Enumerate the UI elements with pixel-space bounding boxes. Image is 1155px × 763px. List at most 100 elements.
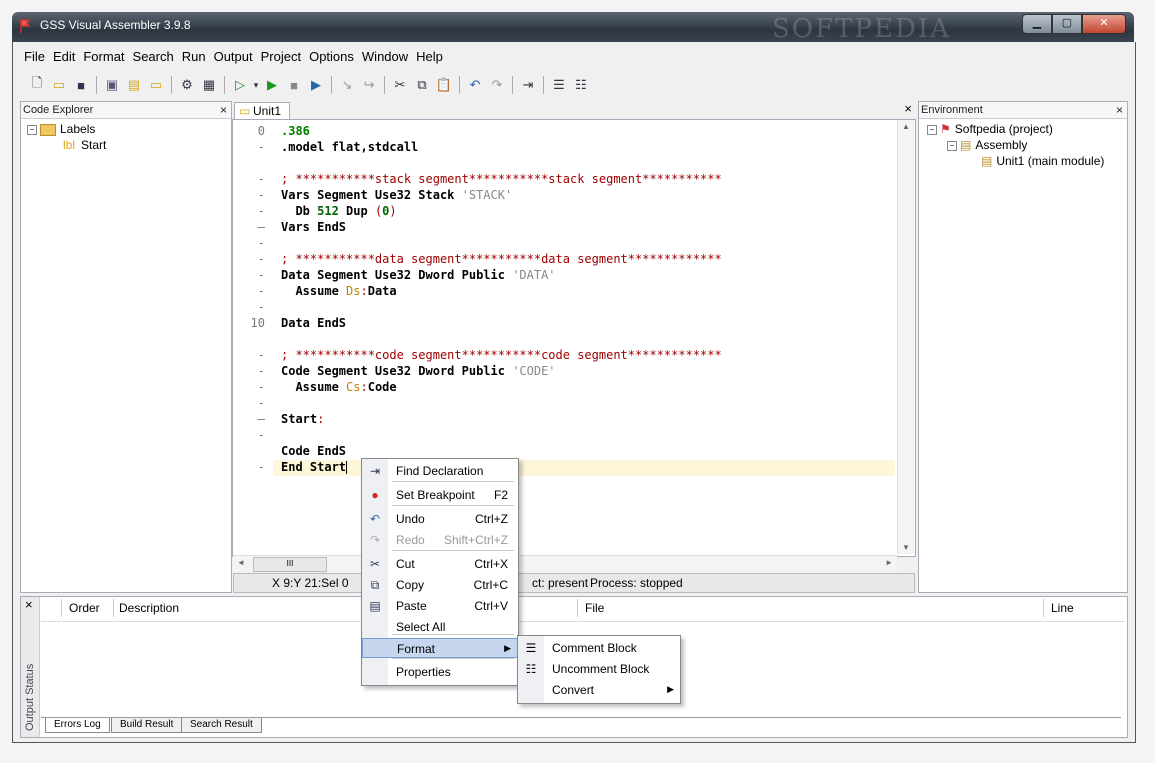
- code-line: .386: [281, 124, 310, 138]
- toolbar: 🗋 ▭ ■ ▣ ▤ ▭ ⚙ ▦ ▷ ▾ ▶ ■ ▶ ↘ ↪ ✂ ⧉ 📋 ↶ ↷ …: [26, 72, 696, 98]
- open-folder-icon[interactable]: ▭: [48, 74, 70, 96]
- scroll-down-icon[interactable]: ▼: [902, 543, 910, 552]
- collapse-icon[interactable]: −: [27, 124, 37, 135]
- maximize-button[interactable]: ▢: [1052, 14, 1082, 34]
- new-file-icon[interactable]: 🗋: [26, 74, 48, 96]
- step-out-icon[interactable]: ↪: [358, 74, 380, 96]
- menu-item-find-declaration[interactable]: ⇥ Find Declaration: [362, 461, 518, 481]
- build-all-icon[interactable]: ▦: [198, 74, 220, 96]
- code-line: Db 512 Dup (0): [281, 204, 397, 218]
- code-line: ; ***********stack segment***********sta…: [281, 172, 722, 186]
- code-explorer-close-button[interactable]: ×: [220, 102, 227, 118]
- window-title: GSS Visual Assembler 3.9.8: [40, 18, 191, 32]
- column-file[interactable]: File: [585, 601, 604, 615]
- collapse-icon[interactable]: −: [947, 140, 957, 151]
- menu-item-uncomment-block[interactable]: ☷ Uncomment Block: [518, 659, 680, 679]
- column-order[interactable]: Order: [69, 601, 100, 615]
- play-icon[interactable]: ▶: [261, 74, 283, 96]
- menu-item-copy[interactable]: ⧉ Copy Ctrl+C: [362, 575, 518, 595]
- comment-block-icon: ☰: [525, 641, 537, 655]
- find-declaration-icon: ⇥: [369, 464, 381, 478]
- menu-item-undo[interactable]: ↶ Undo Ctrl+Z: [362, 509, 518, 529]
- menu-options[interactable]: Options: [305, 46, 358, 68]
- submenu-arrow-icon: ▶: [504, 643, 511, 653]
- menu-item-cut[interactable]: ✂ Cut Ctrl+X: [362, 554, 518, 574]
- find-declaration-icon[interactable]: ⇥: [517, 74, 539, 96]
- tree-node-labels[interactable]: − Labels: [27, 122, 95, 136]
- column-line[interactable]: Line: [1051, 601, 1074, 615]
- menu-help[interactable]: Help: [412, 46, 447, 68]
- code-line: Data EndS: [281, 316, 347, 330]
- folder-icon[interactable]: ▭: [145, 74, 167, 96]
- line-number: 10: [250, 316, 265, 330]
- line-number: -: [257, 268, 265, 282]
- module-icon: ▤: [981, 154, 993, 168]
- run-dropdown-icon[interactable]: ▾: [251, 74, 261, 96]
- code-line: Code EndS: [281, 444, 347, 458]
- menu-file[interactable]: File: [20, 46, 49, 68]
- save-icon[interactable]: ■: [70, 74, 92, 96]
- menu-output[interactable]: Output: [210, 46, 257, 68]
- menu-item-paste[interactable]: ▤ Paste Ctrl+V: [362, 596, 518, 616]
- tree-node-module[interactable]: ▤ Unit1 (main module): [981, 154, 1104, 168]
- step-icon[interactable]: ▶: [305, 74, 327, 96]
- output-close-button[interactable]: ×: [25, 597, 33, 612]
- collapse-icon[interactable]: −: [927, 124, 937, 135]
- copy-icon[interactable]: ⧉: [411, 74, 433, 96]
- line-number: -: [257, 396, 265, 410]
- minimize-button[interactable]: ▁: [1022, 14, 1052, 34]
- tab-search-result[interactable]: Search Result: [181, 718, 262, 733]
- redo-icon[interactable]: ↷: [486, 74, 508, 96]
- tab-errors-log[interactable]: Errors Log: [45, 718, 110, 733]
- build-icon[interactable]: ⚙: [176, 74, 198, 96]
- line-number: –: [257, 412, 265, 426]
- line-number: –: [257, 220, 265, 234]
- editor-close-button[interactable]: ×: [904, 101, 912, 116]
- comment-block-icon[interactable]: ☰: [548, 74, 570, 96]
- vertical-scrollbar[interactable]: ▲ ▼: [897, 120, 914, 554]
- menu-item-properties[interactable]: Properties: [362, 662, 518, 682]
- close-button[interactable]: ✕: [1082, 14, 1126, 34]
- column-description[interactable]: Description: [119, 601, 179, 615]
- run-icon[interactable]: ▷: [229, 74, 251, 96]
- scroll-up-icon[interactable]: ▲: [902, 122, 910, 131]
- tree-node-start[interactable]: lbl Start: [63, 138, 106, 152]
- open-project-icon[interactable]: ▤: [123, 74, 145, 96]
- line-number: -: [257, 380, 265, 394]
- code-editor[interactable]: 0 - - - - – - - - - - 10 - - - - – - - .386 .model flat,std…: [232, 119, 916, 557]
- paste-icon[interactable]: 📋: [433, 74, 455, 96]
- menu-item-set-breakpoint[interactable]: ● Set Breakpoint F2: [362, 485, 518, 505]
- tab-unit1[interactable]: ▭ Unit1: [234, 102, 291, 120]
- hscroll-thumb[interactable]: III: [253, 557, 327, 572]
- app-flag-icon: [20, 19, 31, 33]
- tab-build-result[interactable]: Build Result: [111, 718, 183, 733]
- menu-window[interactable]: Window: [358, 46, 412, 68]
- menu-item-redo[interactable]: ↷ Redo Shift+Ctrl+Z: [362, 530, 518, 550]
- menu-format[interactable]: Format: [79, 46, 128, 68]
- menu-item-format[interactable]: Format ▶: [362, 638, 518, 658]
- menu-run[interactable]: Run: [178, 46, 210, 68]
- tree-node-assembly[interactable]: − ▤ Assembly: [947, 138, 1027, 152]
- code-line: ; ***********data segment***********data…: [281, 252, 722, 266]
- scroll-left-icon[interactable]: ◄: [237, 558, 245, 567]
- menu-search[interactable]: Search: [129, 46, 178, 68]
- menu-project[interactable]: Project: [257, 46, 305, 68]
- scroll-right-icon[interactable]: ►: [885, 558, 893, 567]
- horizontal-scrollbar[interactable]: ◄ III ►: [233, 555, 897, 572]
- line-number: -: [257, 204, 265, 218]
- environment-close-button[interactable]: ×: [1116, 102, 1123, 118]
- code-line: Vars EndS: [281, 220, 347, 234]
- menu-item-convert[interactable]: Convert ▶: [518, 680, 680, 700]
- save-all-icon[interactable]: ▣: [101, 74, 123, 96]
- uncomment-block-icon[interactable]: ☷: [570, 74, 592, 96]
- stop-icon[interactable]: ■: [283, 74, 305, 96]
- step-over-icon[interactable]: ↘: [336, 74, 358, 96]
- tree-node-project[interactable]: − ⚑ Softpedia (project): [927, 122, 1053, 136]
- menu-item-comment-block[interactable]: ☰ Comment Block: [518, 638, 680, 658]
- output-side-bar: × Output Status: [21, 597, 40, 737]
- cut-icon[interactable]: ✂: [389, 74, 411, 96]
- menu-edit[interactable]: Edit: [49, 46, 79, 68]
- undo-icon: ↶: [369, 512, 381, 526]
- undo-icon[interactable]: ↶: [464, 74, 486, 96]
- label-icon: lbl: [63, 138, 76, 152]
